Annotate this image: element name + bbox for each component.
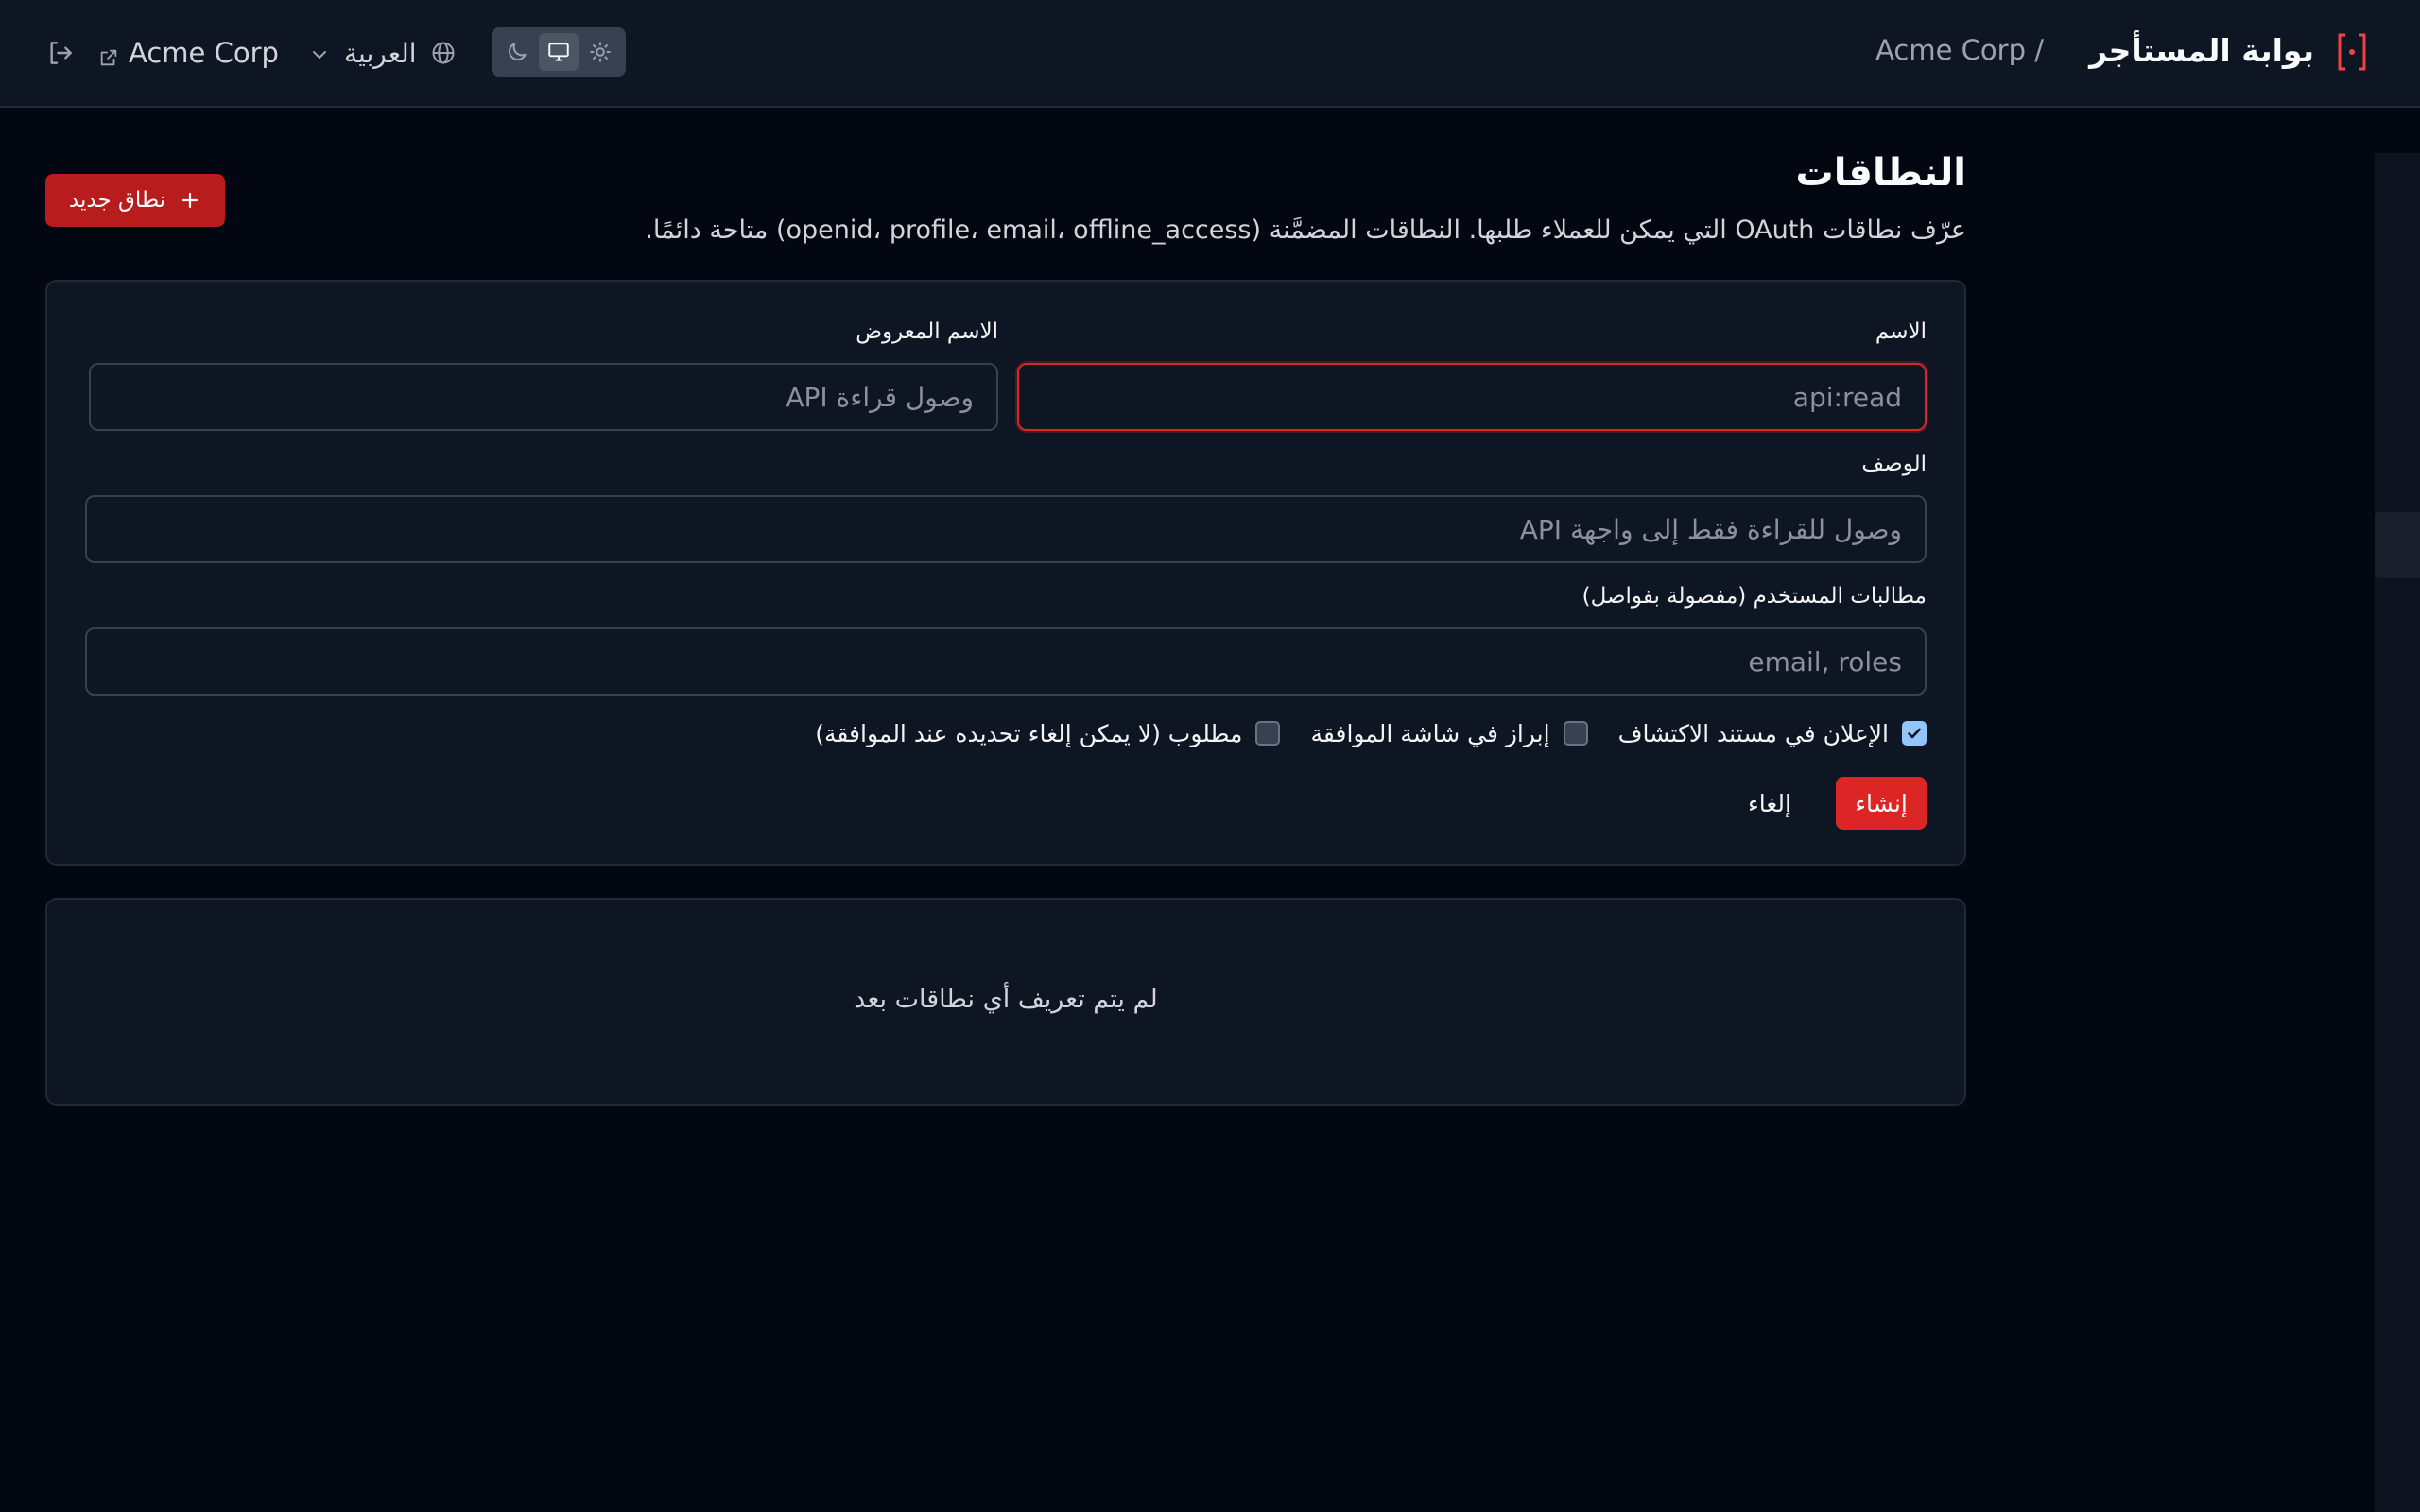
language-selector[interactable]: العربية <box>308 34 457 72</box>
consent-checkbox[interactable] <box>1563 721 1588 746</box>
name-input[interactable] <box>1017 363 1927 431</box>
required-checkbox[interactable] <box>1255 721 1281 746</box>
scrollbar-track[interactable] <box>2375 153 2420 1512</box>
new-scope-button-label: نطاق جديد <box>68 188 166 213</box>
sun-icon <box>590 42 611 62</box>
scrollbar-thumb[interactable] <box>2375 512 2420 578</box>
logout-icon[interactable] <box>45 38 76 68</box>
tenant-link-label: Acme Corp <box>129 37 279 69</box>
theme-light-button[interactable] <box>580 33 620 71</box>
moon-icon <box>509 43 527 60</box>
monitor-icon <box>548 43 569 61</box>
claims-input[interactable] <box>85 627 1927 696</box>
required-checkbox-row[interactable]: مطلوب (لا يمكن إلغاء تحديده عند الموافقة… <box>815 719 1281 747</box>
language-label: العربية <box>344 37 417 69</box>
page-subtitle: عرّف نطاقات OAuth التي يمكن للعملاء طلبه… <box>645 215 1966 245</box>
cancel-button[interactable]: إلغاء <box>1732 777 1807 830</box>
scope-form-card: الاسم الاسم المعروض الوصف مطالبات المستخ… <box>45 280 1966 866</box>
discovery-checkbox[interactable] <box>1902 721 1927 746</box>
discovery-checkbox-row[interactable]: الإعلان في مستند الاكتشاف <box>1618 720 1927 747</box>
theme-dark-button[interactable] <box>497 33 537 71</box>
description-input[interactable] <box>85 495 1927 563</box>
create-button[interactable]: إنشاء <box>1836 777 1927 830</box>
plus-icon <box>182 192 199 209</box>
display-name-input[interactable] <box>89 363 998 431</box>
scopes-list-card: لم يتم تعريف أي نطاقات بعد <box>45 898 1966 1106</box>
name-label: الاسم <box>1875 319 1927 344</box>
theme-system-button[interactable] <box>539 33 579 71</box>
breadcrumb[interactable]: Acme Corp / <box>1876 34 2044 66</box>
chevron-down-icon <box>308 42 331 64</box>
theme-switcher <box>492 27 626 77</box>
display-name-label: الاسم المعروض <box>856 319 998 344</box>
page-title: النطاقات <box>1795 151 1966 195</box>
external-link-icon <box>98 43 119 66</box>
empty-state-message: لم يتم تعريف أي نطاقات بعد <box>854 985 1158 1014</box>
tenant-link[interactable]: Acme Corp <box>98 34 279 72</box>
claims-label: مطالبات المستخدم (مفصولة بفواصل) <box>1582 584 1927 609</box>
portal-title: بوابة المستأجر <box>2089 32 2314 69</box>
consent-checkbox-label: إبراز في شاشة الموافقة <box>1310 719 1550 747</box>
brand-logo-icon <box>2337 32 2367 72</box>
check-icon <box>1908 728 1921 739</box>
consent-checkbox-row[interactable]: إبراز في شاشة الموافقة <box>1310 719 1588 747</box>
top-bar: بوابة المستأجر Acme Corp / Acme Corp الع… <box>0 0 2420 108</box>
globe-icon <box>430 40 457 66</box>
new-scope-button[interactable]: نطاق جديد <box>45 174 225 227</box>
description-label: الوصف <box>1861 452 1927 476</box>
discovery-checkbox-label: الإعلان في مستند الاكتشاف <box>1617 719 1889 747</box>
required-checkbox-label: مطلوب (لا يمكن إلغاء تحديده عند الموافقة… <box>815 719 1243 747</box>
scope-options: الإعلان في مستند الاكتشاف إبراز في شاشة … <box>815 714 1927 752</box>
